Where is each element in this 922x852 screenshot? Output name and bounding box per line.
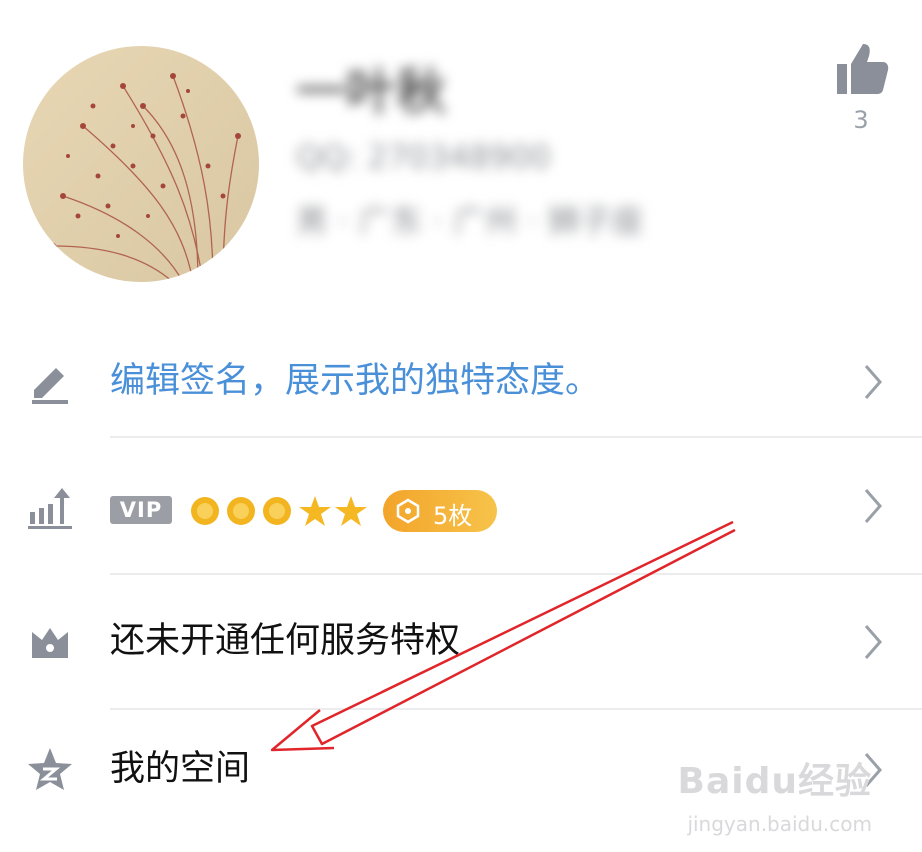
level-chart-icon [28, 488, 72, 529]
watermark-url: jingyan.baidu.com [687, 812, 872, 836]
like-count: 3 [853, 106, 869, 134]
privilege-row[interactable]: 还未开通任何服务特权 [0, 588, 922, 698]
pencil-icon [32, 368, 68, 404]
qq-number: QQ: 270348900 [296, 138, 551, 176]
baidu-watermark: Baidu经验 [677, 761, 872, 802]
vip-badge: VIP [110, 496, 172, 524]
chevron-right-icon [864, 365, 882, 399]
divider [110, 436, 922, 438]
chevron-right-icon [864, 625, 882, 659]
divider [110, 708, 922, 710]
divider [110, 573, 922, 575]
privilege-text: 还未开通任何服务特权 [110, 621, 461, 661]
like-button[interactable]: 3 [820, 38, 902, 134]
qzone-star-icon [28, 748, 72, 790]
crown-icon [32, 628, 68, 658]
edit-signature-row[interactable]: 编辑签名，展示我的独特态度。 [0, 328, 922, 438]
coin-icon [396, 498, 420, 524]
nickname: 一叶秋 [296, 63, 446, 121]
star-icon [299, 496, 331, 526]
star-icon [335, 496, 367, 526]
location-info: 男 · 广东 · 广州 · 狮子座 [296, 202, 644, 240]
chevron-right-icon [864, 489, 882, 523]
sun-icon [227, 497, 255, 525]
thumbs-up-icon [837, 44, 889, 94]
coin-count: 5枚 [433, 502, 473, 530]
coin-badge: 5枚 [383, 490, 497, 532]
my-space-text: 我的空间 [110, 749, 251, 789]
vip-level-row[interactable]: VIP 5枚 [0, 452, 922, 562]
level-stars [191, 496, 367, 526]
sun-icon [191, 497, 219, 525]
signature-text: 编辑签名，展示我的独特态度。 [110, 361, 601, 401]
avatar[interactable] [23, 46, 259, 282]
sun-icon [263, 497, 291, 525]
